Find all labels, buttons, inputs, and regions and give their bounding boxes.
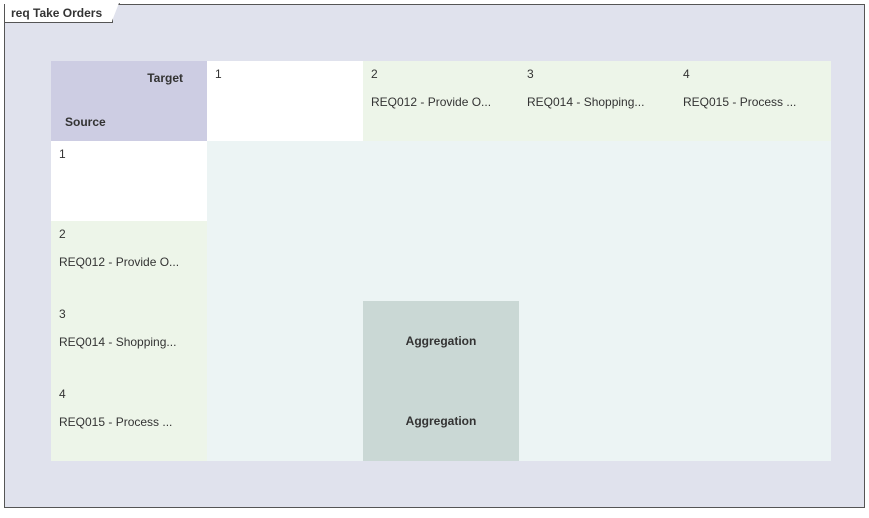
diagram-frame: req Take Orders Target Source 1 2 REQ012… [4,4,865,508]
matrix-cell[interactable] [519,381,675,461]
col-header-3[interactable]: 3 REQ014 - Shopping... [519,61,675,141]
row-number: 2 [59,227,199,241]
matrix-cell[interactable] [363,221,519,301]
row-label: REQ014 - Shopping... [59,335,176,349]
matrix-cell[interactable] [363,141,519,221]
matrix-cell[interactable] [675,221,831,301]
row-number: 1 [59,147,199,161]
row-label: REQ012 - Provide O... [59,255,179,269]
row-header-3[interactable]: 3 REQ014 - Shopping... [51,301,207,381]
col-number: 1 [215,67,355,81]
matrix-cell[interactable] [519,301,675,381]
row-header-4[interactable]: 4 REQ015 - Process ... [51,381,207,461]
col-number: 3 [527,67,667,81]
table-row: 3 REQ014 - Shopping... Aggregation [51,301,831,381]
row-header-1[interactable]: 1 [51,141,207,221]
row-header-2[interactable]: 2 REQ012 - Provide O... [51,221,207,301]
relationship-label: Aggregation [406,334,477,348]
matrix-cell-relationship[interactable]: Aggregation [363,301,519,381]
col-label: REQ014 - Shopping... [527,95,644,109]
matrix-cell[interactable] [207,221,363,301]
row-number: 4 [59,387,199,401]
col-label: REQ012 - Provide O... [371,95,491,109]
row-label: REQ015 - Process ... [59,415,172,429]
matrix-cell[interactable] [207,381,363,461]
table-row: 2 REQ012 - Provide O... [51,221,831,301]
target-axis-label: Target [147,71,183,85]
row-number: 3 [59,307,199,321]
matrix-cell[interactable] [519,141,675,221]
corner-cell: Target Source [51,61,207,141]
table-row: 4 REQ015 - Process ... Aggregation [51,381,831,461]
matrix-cell-relationship[interactable]: Aggregation [363,381,519,461]
source-axis-label: Source [65,115,106,129]
matrix-cell[interactable] [519,221,675,301]
col-number: 4 [683,67,823,81]
matrix-cell[interactable] [207,301,363,381]
frame-title: req Take Orders [11,6,102,20]
matrix-cell[interactable] [207,141,363,221]
col-label: REQ015 - Process ... [683,95,796,109]
table-row: 1 [51,141,831,221]
matrix-cell[interactable] [675,141,831,221]
header-row: Target Source 1 2 REQ012 - Provide O... … [51,61,831,141]
matrix-cell[interactable] [675,381,831,461]
col-header-2[interactable]: 2 REQ012 - Provide O... [363,61,519,141]
col-header-1[interactable]: 1 [207,61,363,141]
relationship-matrix: Target Source 1 2 REQ012 - Provide O... … [51,61,831,461]
matrix-cell[interactable] [675,301,831,381]
frame-title-tab: req Take Orders [4,4,113,23]
col-header-4[interactable]: 4 REQ015 - Process ... [675,61,831,141]
relationship-label: Aggregation [406,414,477,428]
col-number: 2 [371,67,511,81]
